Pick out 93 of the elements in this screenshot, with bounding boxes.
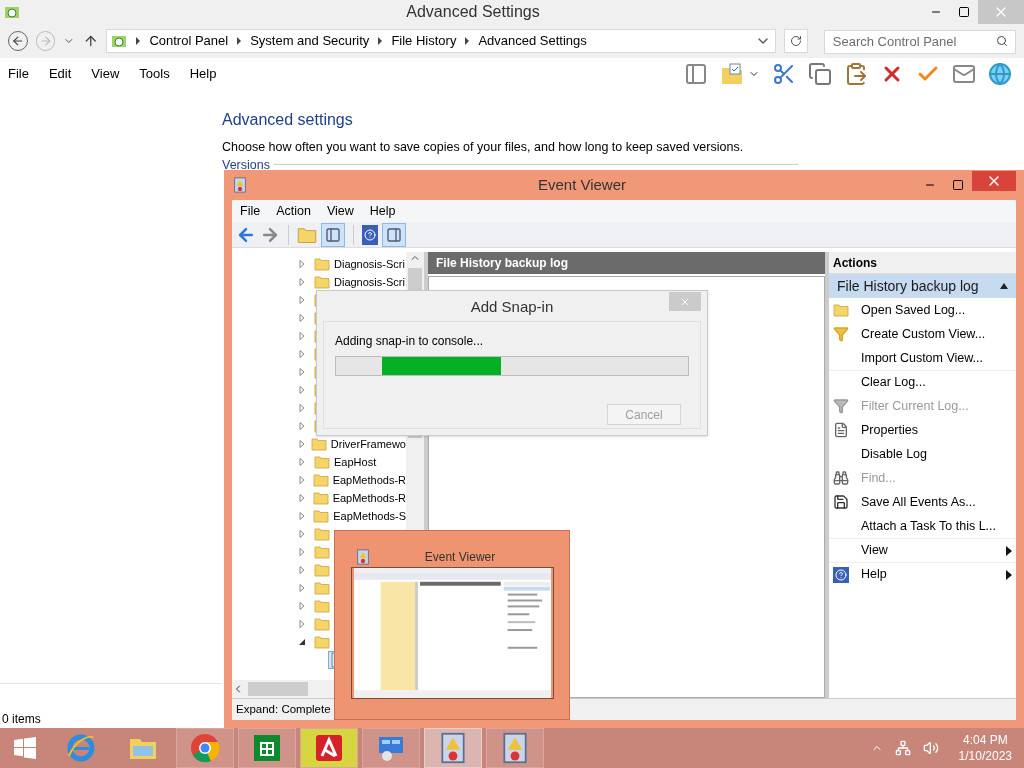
collapse-arrow-icon[interactable] bbox=[1000, 283, 1008, 289]
preview-tooltip[interactable]: Event Viewer bbox=[334, 530, 570, 720]
breadcrumb[interactable]: Control Panel bbox=[149, 31, 229, 51]
taskbar-button[interactable] bbox=[424, 728, 482, 768]
tree-item[interactable]: DriverFramewo bbox=[330, 435, 406, 453]
menu-item[interactable]: Tools bbox=[139, 64, 170, 84]
tree-item[interactable]: EapMethods-S bbox=[333, 507, 406, 525]
taskbar-button[interactable] bbox=[300, 728, 358, 768]
maximize-button[interactable] bbox=[952, 179, 964, 191]
properties-icon bbox=[833, 422, 849, 438]
breadcrumb[interactable]: Advanced Settings bbox=[478, 31, 587, 51]
menu-item[interactable]: Edit bbox=[48, 64, 72, 84]
event-log-icon bbox=[232, 177, 248, 193]
browser-icon bbox=[65, 732, 97, 764]
pane-header: File History backup log bbox=[428, 252, 825, 274]
actions-group-header[interactable]: File History backup log bbox=[829, 274, 1016, 298]
close-button[interactable] bbox=[972, 171, 1016, 191]
taskbar-button[interactable] bbox=[238, 728, 296, 768]
tree-item[interactable]: Diagnosis-Scri bbox=[334, 255, 405, 273]
pane-command[interactable]: Attach a Task To this L... bbox=[861, 516, 997, 536]
dialog-title: Add Snap-in bbox=[470, 297, 554, 317]
pane-command[interactable]: Import Custom View... bbox=[861, 348, 984, 368]
menu-item[interactable]: Help bbox=[189, 64, 217, 84]
menu-item[interactable]: Help bbox=[369, 201, 396, 221]
folder-check-icon[interactable] bbox=[720, 62, 744, 86]
menu-item[interactable]: File bbox=[240, 201, 261, 221]
refresh-icon bbox=[790, 35, 803, 47]
envelope-icon[interactable] bbox=[952, 62, 976, 86]
binoculars-icon bbox=[833, 470, 849, 486]
status-text: Expand: Complete bbox=[236, 701, 331, 717]
pane-icon bbox=[386, 226, 402, 243]
tree-item[interactable]: EapMethods-R bbox=[332, 471, 406, 489]
windows-logo-icon bbox=[13, 736, 37, 760]
group-label: Versions bbox=[222, 157, 270, 172]
menu-item[interactable]: File bbox=[8, 64, 29, 84]
help-icon bbox=[362, 224, 378, 245]
antivirus-icon bbox=[313, 732, 345, 764]
taskbar-button[interactable] bbox=[486, 728, 544, 768]
pane-command[interactable]: Open Saved Log... bbox=[861, 300, 966, 320]
pane-command[interactable]: Create Custom View... bbox=[861, 324, 986, 344]
pane-icon bbox=[325, 226, 341, 243]
breadcrumb-arrow-icon[interactable] bbox=[135, 37, 142, 45]
progress-message: Adding snap-in to console... bbox=[335, 333, 485, 350]
page-description: Choose how often you want to save copies of your files, and how long to keep saved versions. bbox=[222, 139, 745, 156]
window-title: Advanced Settings bbox=[405, 2, 541, 22]
control-panel-icon bbox=[111, 33, 128, 49]
copy-icon[interactable] bbox=[808, 62, 832, 86]
menu-item[interactable]: View bbox=[326, 201, 354, 221]
taskbar-button[interactable] bbox=[362, 728, 420, 768]
collapsed-arrow-icon[interactable] bbox=[298, 440, 307, 448]
pane-command[interactable]: Properties bbox=[861, 420, 918, 440]
scroll-thumb[interactable] bbox=[248, 682, 308, 696]
store-icon bbox=[251, 732, 283, 764]
page-heading: Advanced settings bbox=[222, 110, 354, 130]
pane-header: Actions bbox=[829, 252, 1016, 274]
menu-item[interactable]: Action bbox=[276, 201, 311, 221]
refresh-button[interactable] bbox=[784, 29, 808, 53]
address-bar[interactable]: Control Panel System and Security File History Advanced Settings bbox=[106, 29, 777, 53]
window-title: Event Viewer bbox=[536, 174, 628, 195]
scissors-icon[interactable] bbox=[772, 62, 796, 86]
breadcrumb-arrow-icon[interactable] bbox=[236, 37, 243, 45]
taskbar-button[interactable] bbox=[176, 728, 234, 768]
paste-icon[interactable] bbox=[844, 62, 868, 86]
network-icon[interactable] bbox=[894, 740, 911, 756]
status-text: 0 items bbox=[2, 711, 41, 728]
restore-button[interactable] bbox=[958, 6, 970, 18]
breadcrumb-arrow-icon[interactable] bbox=[377, 37, 384, 45]
preview-title: Event Viewer bbox=[423, 549, 497, 566]
console-tree-toggle[interactable] bbox=[321, 222, 345, 247]
funnel-icon bbox=[833, 398, 849, 414]
pane-command[interactable]: Clear Log... bbox=[861, 373, 926, 392]
menu-item[interactable]: View bbox=[91, 64, 120, 84]
pane-command[interactable]: Disable Log bbox=[861, 444, 927, 464]
funnel-icon bbox=[833, 326, 849, 342]
tree-item[interactable]: Diagnosis-Scri bbox=[334, 273, 405, 291]
breadcrumb[interactable]: System and Security bbox=[250, 31, 370, 51]
pane-command[interactable]: View bbox=[861, 541, 888, 560]
layout-icon[interactable] bbox=[684, 62, 708, 86]
globe-icon[interactable] bbox=[988, 62, 1012, 86]
event-log-icon bbox=[355, 549, 371, 565]
tree-item[interactable]: EapMethods-R bbox=[332, 489, 406, 507]
search-field[interactable]: Search Control Panel bbox=[823, 29, 1016, 54]
pane-command[interactable]: Help bbox=[861, 565, 887, 584]
search-icon[interactable] bbox=[996, 35, 1008, 47]
volume-icon[interactable] bbox=[922, 740, 939, 756]
chrome-icon bbox=[189, 732, 221, 764]
breadcrumb-arrow-icon[interactable] bbox=[464, 37, 471, 45]
clock-folder-icon bbox=[4, 4, 20, 20]
breadcrumb[interactable]: File History bbox=[391, 31, 457, 51]
pane-command[interactable]: Save All Events As... bbox=[861, 492, 976, 512]
tree-item[interactable]: EapHost bbox=[334, 453, 377, 471]
action-pane-toggle[interactable] bbox=[382, 222, 406, 247]
help-icon bbox=[833, 566, 849, 583]
